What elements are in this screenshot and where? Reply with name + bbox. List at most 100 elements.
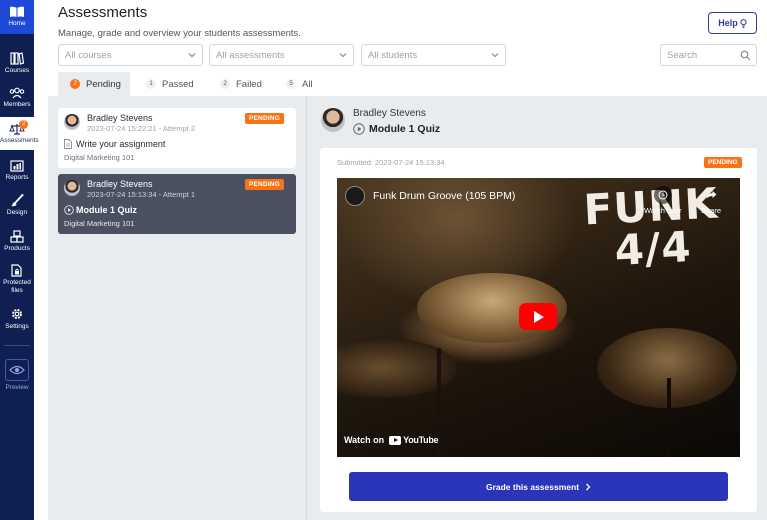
sidebar-item-courses[interactable]: Courses [0,52,34,75]
watch-later-label: Watch later [644,206,682,215]
sidebar-item-label: Design [6,209,28,216]
youtube-logo: YouTube [389,435,439,445]
sidebar-item-label: Products [4,245,30,252]
eye-icon [9,365,25,375]
submission-meta: 2023-07-24 15:22:21 - Attempt 2 [87,124,195,133]
sidebar-item-label: Courses [4,67,30,74]
chart-icon [10,160,24,172]
panel-divider [306,96,307,520]
assessment-title: Write your assignment [76,139,166,149]
help-button[interactable]: Help [708,12,757,34]
students-filter[interactable]: All students [361,44,506,66]
lightbulb-icon [740,18,747,28]
paintbrush-icon [11,194,24,207]
list-item-selected[interactable]: Bradley Stevens 2023-07-24 15:13:34 - At… [58,174,296,234]
channel-logo[interactable] [345,186,365,206]
detail-assessment-title: Module 1 Quiz [369,123,441,135]
books-icon [10,52,24,65]
youtube-wordmark: YouTube [403,435,439,445]
watch-on-youtube-link[interactable]: Watch on YouTube [344,435,439,445]
sidebar-item-home[interactable]: Home [0,0,34,34]
course-name: Digital Marketing 101 [64,153,135,162]
student-name: Bradley Stevens [87,113,153,123]
tab-count: 2 [220,79,230,89]
tab-count: 2 [70,79,80,89]
tab-passed[interactable]: 1 Passed [134,72,204,96]
boxes-icon [10,230,24,243]
tab-count: 5 [286,79,296,89]
play-circle-icon [353,123,365,135]
page-title: Assessments [58,4,148,21]
status-badge: PENDING [244,113,284,124]
course-name: Digital Marketing 101 [64,219,135,228]
preview-button[interactable] [5,359,29,381]
status-badge: PENDING [244,179,284,190]
play-button[interactable] [519,303,557,330]
chevron-down-icon [339,53,347,58]
video-player[interactable]: Funk Drum Groove (105 BPM) FUNK 4/4 Watc… [337,178,740,457]
help-button-label: Help [718,18,738,28]
tab-pending[interactable]: 2 Pending [58,72,130,96]
video-title[interactable]: Funk Drum Groove (105 BPM) [373,190,515,202]
sidebar-item-settings[interactable]: Settings [0,307,34,331]
avatar [64,180,80,196]
list-item[interactable]: Bradley Stevens 2023-07-24 15:22:21 - At… [58,108,296,168]
submission-meta: 2023-07-24 15:13:34 - Attempt 1 [87,190,195,199]
youtube-play-icon [389,435,402,445]
avatar [321,108,345,132]
chevron-right-icon [586,483,591,490]
sidebar-item-protected-files[interactable]: Protected files [0,264,34,294]
student-name: Bradley Stevens [87,179,153,189]
sidebar-divider [4,345,30,346]
tab-failed[interactable]: 2 Failed [208,72,274,96]
gear-icon [12,309,22,319]
sidebar-item-products[interactable]: Products [0,230,34,253]
sidebar-item-assessments[interactable]: 2 Assessments [0,117,39,150]
watch-on-label: Watch on [344,435,385,445]
sidebar: Home Courses Members 2 Assessments Repor… [0,0,39,520]
chevron-down-icon [188,53,196,58]
submitted-timestamp: Submitted: 2023-07-24 15:13:34 [337,158,445,167]
status-badge: PENDING [704,157,742,168]
share-icon [706,191,716,199]
courses-filter-value: All courses [65,50,112,61]
grade-button-label: Grade this assessment [485,481,580,492]
sidebar-item-label: Reports [5,174,29,181]
students-filter-value: All students [368,50,418,61]
share-label: Share [701,206,722,215]
tab-label: Passed [162,78,194,90]
locked-file-icon [11,264,22,277]
assessments-filter[interactable]: All assessments [209,44,354,66]
share-button[interactable]: Share [701,186,721,215]
stand-shape [667,378,671,457]
watch-later-button[interactable]: Watch later [644,186,682,215]
chevron-down-icon [491,53,499,58]
page-subtitle: Manage, grade and overview your students… [58,28,301,39]
users-icon [9,87,25,99]
sidebar-item-label: Protected files [3,279,31,294]
assessment-title: Module 1 Quiz [76,205,138,215]
tab-count: 1 [146,79,156,89]
preview-label: Preview [5,384,29,391]
sidebar-item-reports[interactable]: Reports [0,160,34,182]
tab-label: All [302,78,313,90]
detail-student-name: Bradley Stevens [353,108,426,119]
play-circle-icon [64,205,74,215]
search-icon [740,50,751,61]
sidebar-item-label: Home [8,20,26,27]
search-placeholder: Search [667,50,698,61]
courses-filter[interactable]: All courses [58,44,203,66]
assessments-filter-value: All assessments [216,50,285,61]
tab-label: Failed [236,78,262,90]
sidebar-item-design[interactable]: Design [0,194,34,217]
grade-assessment-button[interactable]: Grade this assessment [349,472,728,501]
document-icon [64,139,72,149]
sidebar-item-label: Settings [5,323,29,330]
clock-icon [658,190,668,200]
book-open-icon [10,6,24,18]
search-input[interactable]: Search [660,44,757,66]
tab-all[interactable]: 5 All [274,72,328,96]
assessments-count-badge: 2 [19,120,28,129]
sidebar-item-members[interactable]: Members [0,87,34,109]
tab-label: Pending [86,78,121,90]
